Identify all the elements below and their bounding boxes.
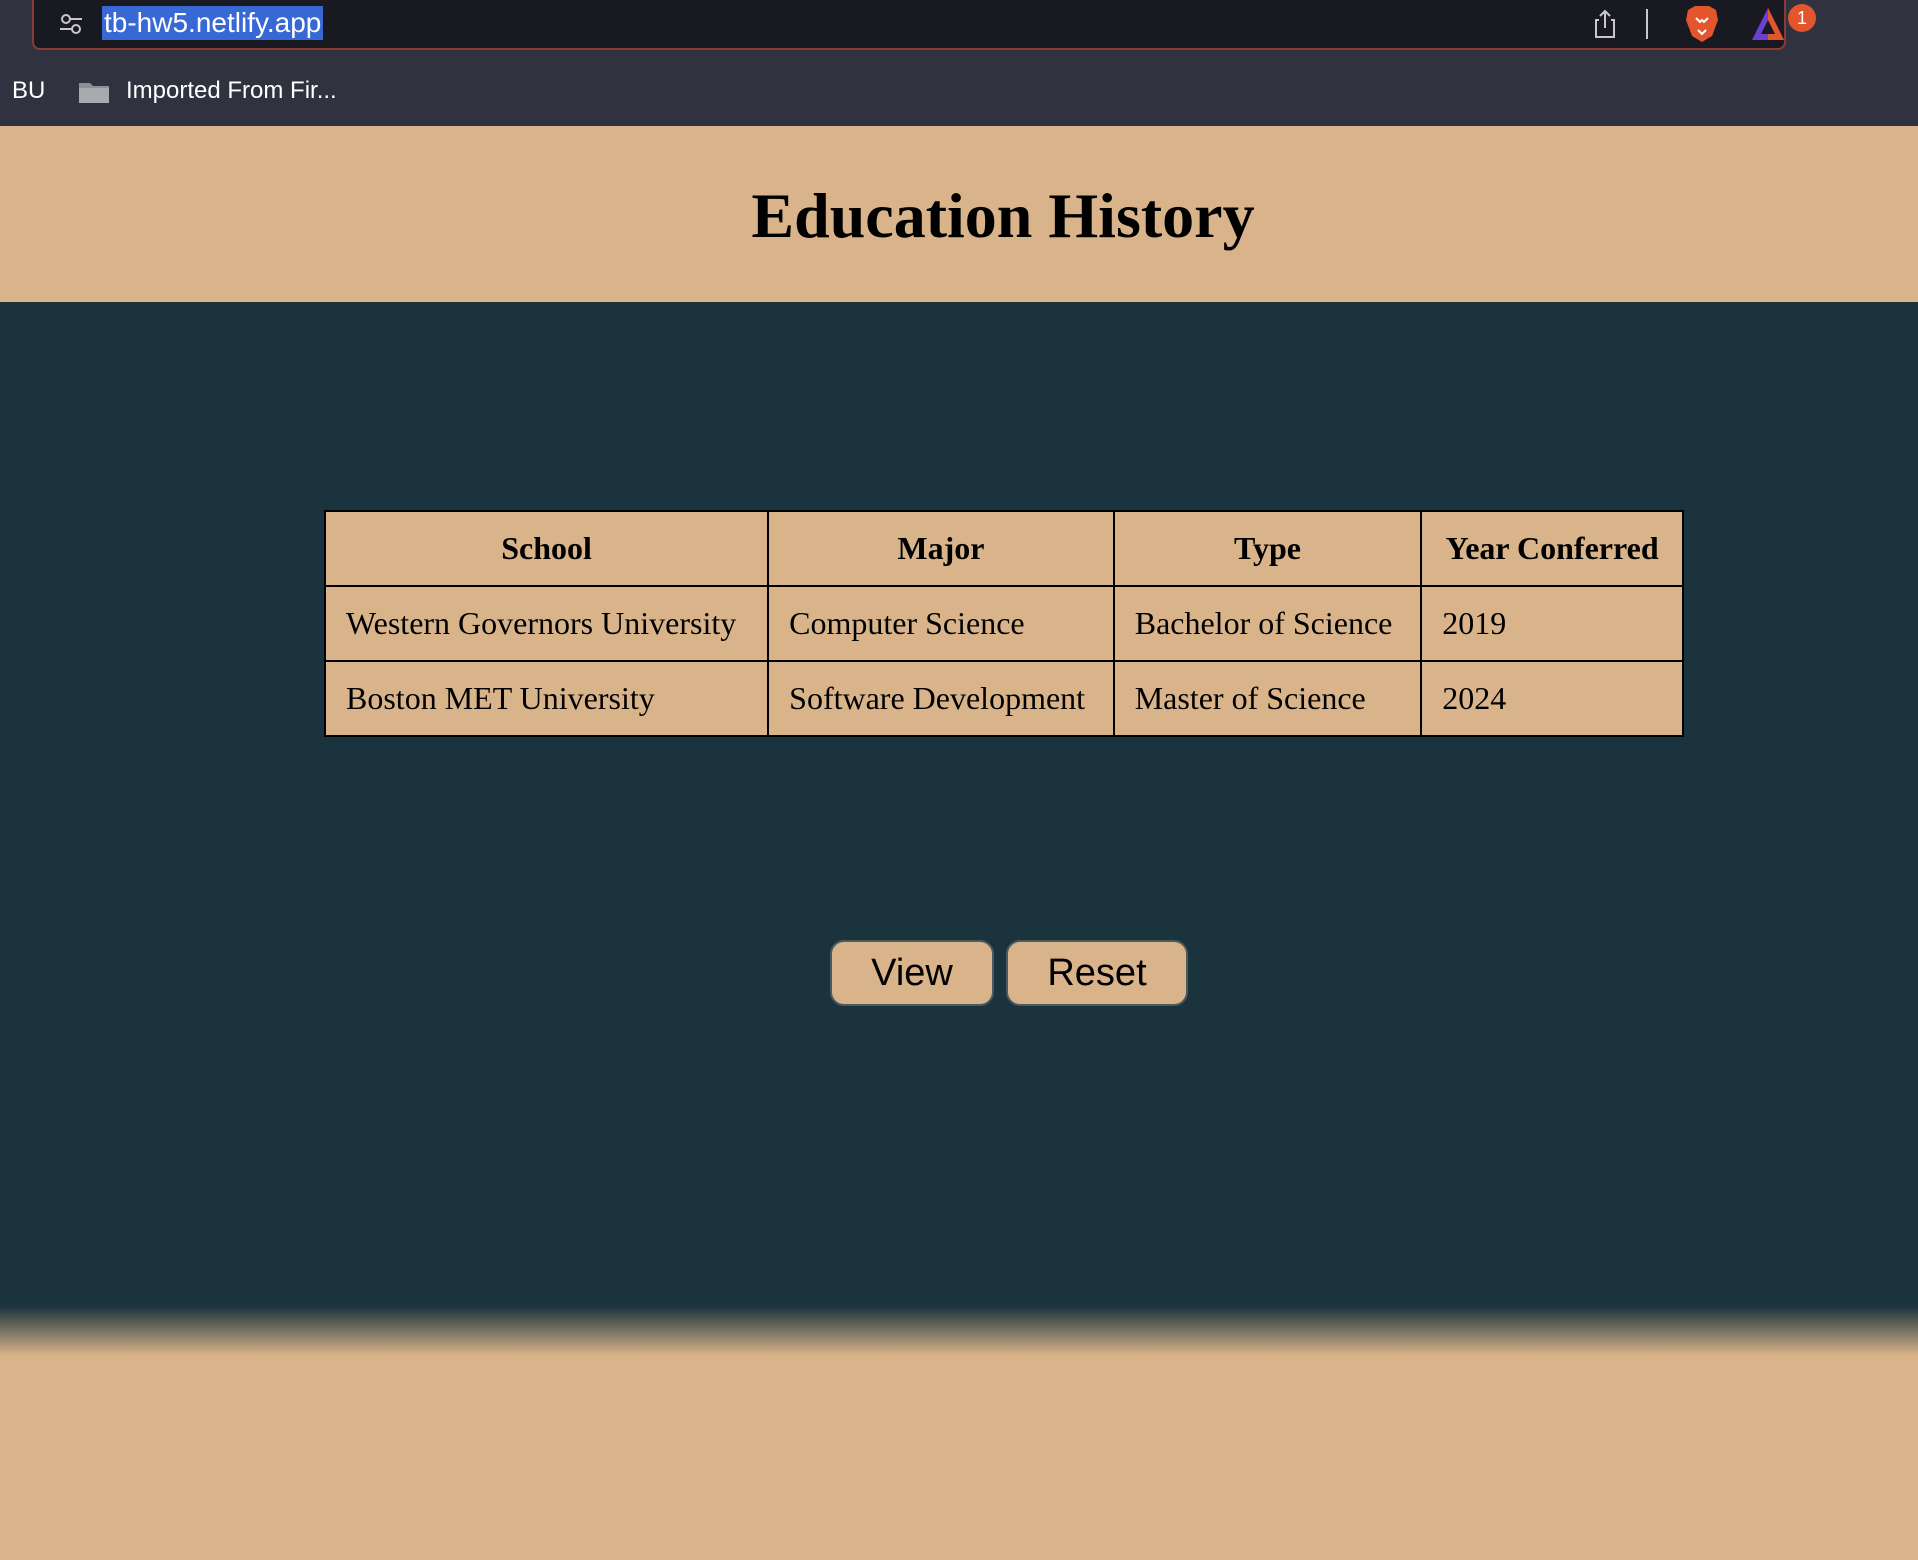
address-bar[interactable]: tb-hw5.netlify.app 1 bbox=[32, 0, 1816, 50]
cell-school: Western Governors University bbox=[323, 585, 770, 662]
column-header-type: Type bbox=[1112, 510, 1423, 587]
view-button[interactable]: View bbox=[830, 940, 994, 1006]
column-header-major: Major bbox=[767, 510, 1115, 587]
sliders-icon[interactable] bbox=[58, 11, 84, 37]
bookmark-bu[interactable]: BU bbox=[12, 70, 45, 112]
cell-year: 2019 bbox=[1420, 585, 1684, 662]
table-row: Boston MET University Software Developme… bbox=[323, 660, 1684, 737]
cell-major: Computer Science bbox=[767, 585, 1115, 662]
toolbar-divider bbox=[1646, 9, 1648, 39]
main-section: School Major Type Year Conferred Western… bbox=[0, 302, 1918, 1306]
cell-type: Bachelor of Science bbox=[1112, 585, 1423, 662]
reset-button[interactable]: Reset bbox=[1006, 940, 1188, 1006]
folder-icon bbox=[79, 83, 109, 103]
table-header-row: School Major Type Year Conferred bbox=[323, 510, 1684, 587]
education-table: School Major Type Year Conferred Western… bbox=[323, 510, 1684, 737]
share-icon[interactable] bbox=[1590, 8, 1620, 40]
brave-lion-icon[interactable] bbox=[1684, 4, 1720, 44]
browser-chrome: tb-hw5.netlify.app 1 BU Imported From Fi… bbox=[0, 0, 1918, 126]
bookmarks-bar: BU Imported From Fir... bbox=[0, 70, 1918, 112]
section-fade bbox=[0, 1306, 1918, 1356]
cell-major: Software Development bbox=[767, 660, 1115, 737]
bookmark-folder-label: Imported From Fir... bbox=[126, 77, 337, 104]
column-header-year: Year Conferred bbox=[1420, 510, 1684, 587]
cell-year: 2024 bbox=[1420, 660, 1684, 737]
column-header-school: School bbox=[323, 510, 770, 587]
page-title: Education History bbox=[751, 180, 1255, 251]
page-header: Education History bbox=[0, 126, 1918, 302]
cell-school: Boston MET University bbox=[323, 660, 770, 737]
table-row: Western Governors University Computer Sc… bbox=[323, 585, 1684, 662]
rewards-badge: 1 bbox=[1788, 4, 1816, 32]
cell-type: Master of Science bbox=[1112, 660, 1423, 737]
url-text[interactable]: tb-hw5.netlify.app bbox=[102, 6, 324, 40]
